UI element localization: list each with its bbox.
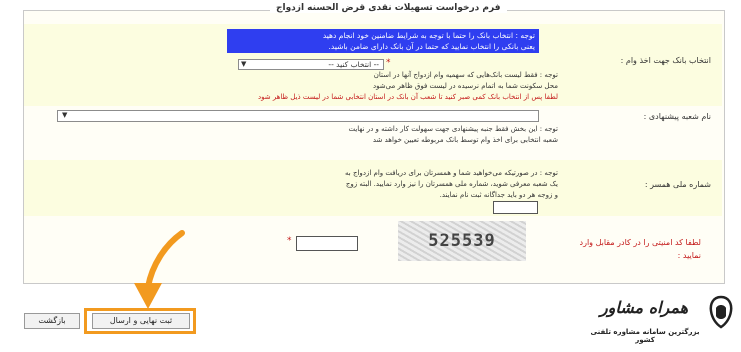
brand-title: همراه مشاور (599, 298, 689, 317)
chevron-down-icon: ▼ (62, 111, 68, 119)
back-button[interactable]: بازگشت (24, 313, 80, 329)
headset-icon (709, 295, 733, 329)
brand-subtitle: بزرگترین سامانه مشاوره تلفنی کشور (590, 328, 700, 344)
captcha-required-mark: * (287, 236, 292, 246)
bank-notice-line2: یعنی بانکی را انتخاب نمایید که حتما در آ… (328, 42, 535, 51)
bank-notice-line1: توجه : انتخاب بانک را حتما با توجه به شر… (322, 31, 535, 40)
captcha-input[interactable] (296, 236, 358, 251)
bank-select-value: -- انتخاب کنید -- (328, 60, 379, 69)
national-id-label: شماره ملی همسر : (644, 180, 711, 189)
branch-note-2: شعبه انتخابی برای اخذ وام توسط بانک مربو… (372, 136, 558, 144)
bank-note-1: توجه : فقط لیست بانک‌هایی که سهمیه وام ا… (373, 71, 558, 79)
national-id-input[interactable] (493, 201, 538, 214)
national-id-note-1: توجه : در صورتیکه می‌خواهید شما و همسرتا… (345, 169, 558, 177)
bank-required-mark: * (386, 58, 391, 68)
highlight-arrow (134, 230, 185, 309)
branch-label: نام شعبه پیشنهادی : (643, 112, 711, 121)
bank-label: انتخاب بانک جهت اخذ وام : (620, 56, 711, 65)
national-id-note-3: و زوجه هر دو باید جداگانه ثبت نام نمایند… (439, 191, 558, 199)
captcha-image: 525539 (398, 221, 526, 261)
chevron-down-icon: ▼ (241, 60, 247, 68)
bank-note-3: لطفا پس از انتخاب بانک کمی صبر کنید تا ش… (258, 93, 558, 101)
bank-notice: توجه : انتخاب بانک را حتما با توجه به شر… (227, 29, 539, 53)
form-legend: فرم درخواست تسهیلات نقدی قرض الحسنه ازدو… (270, 3, 507, 13)
bank-select[interactable]: -- انتخاب کنید -- ▼ (238, 59, 384, 70)
bank-note-2: محل سکونت شما به اتمام نرسیده در لیست فو… (373, 82, 558, 90)
brand-logo: همراه مشاور بزرگترین سامانه مشاوره تلفنی… (584, 292, 738, 350)
branch-note-1: توجه : این بخش فقط جنبه پیشنهادی جهت سهو… (348, 125, 558, 133)
captcha-label: لطفا کد امنیتی را در کادر مقابل وارد نما… (579, 238, 701, 260)
branch-select[interactable]: ▼ (57, 110, 539, 122)
national-id-note-2: یک شعبه معرفی شوید، شماره ملی همسرتان را… (345, 180, 558, 188)
submit-button[interactable]: ثبت نهایی و ارسال (92, 313, 190, 329)
